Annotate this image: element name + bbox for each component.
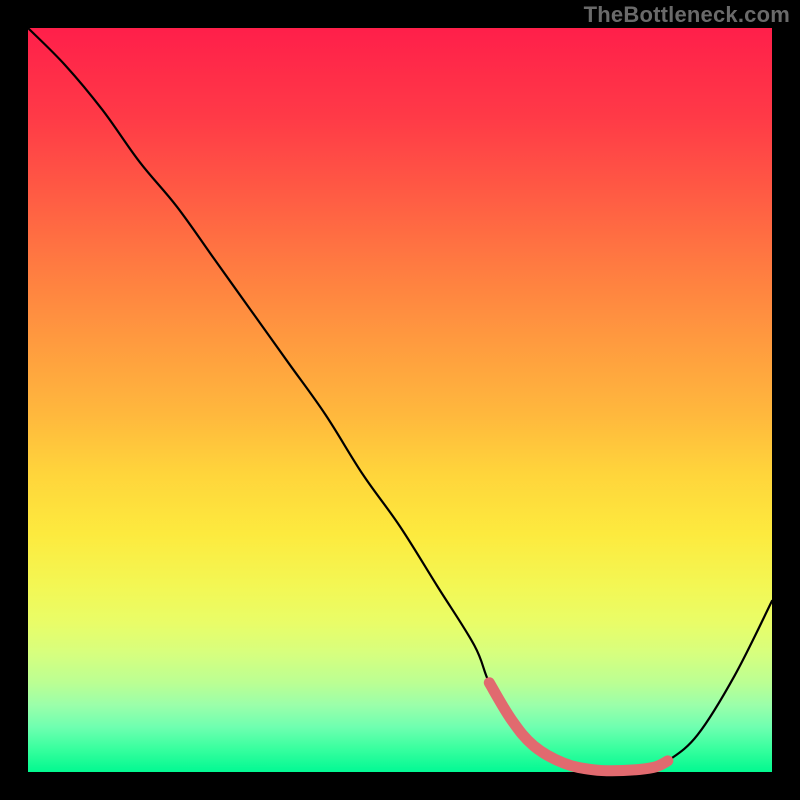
chart-svg (28, 28, 772, 772)
chart-outer: TheBottleneck.com (0, 0, 800, 800)
watermark-text: TheBottleneck.com (584, 2, 790, 28)
plot-area (28, 28, 772, 772)
main-curve (28, 28, 772, 771)
marker-region (489, 683, 668, 771)
